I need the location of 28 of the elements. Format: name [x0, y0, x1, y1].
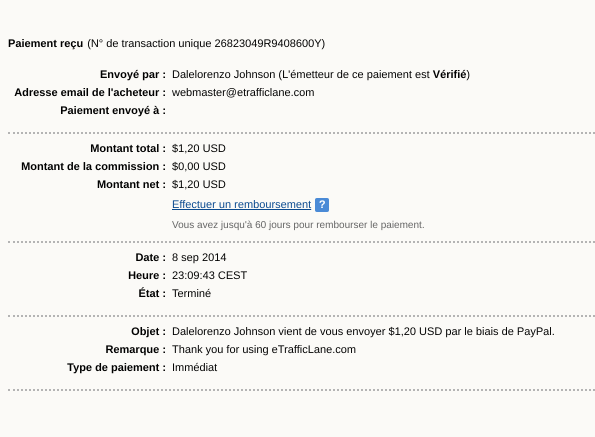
- field-label: État :: [138, 287, 166, 301]
- field-label: Montant total :: [89, 142, 166, 156]
- field-value: Dalelorenzo Johnson vient de vous envoyer $1,20 USD par le biais de PayPal.: [172, 325, 556, 339]
- field-value: Terminé: [172, 287, 212, 301]
- field-value: Thank you for using eTrafficLane.com: [172, 343, 358, 357]
- field-value: 8 sep 2014: [172, 251, 228, 265]
- field-label: Remarque :: [104, 343, 166, 357]
- help-icon[interactable]: ?: [315, 198, 330, 212]
- field-label: Heure :: [127, 269, 166, 283]
- field-label: Date :: [134, 251, 166, 265]
- refund-note: Vous avez jusqu'à 60 jours pour rembourser le paiement.: [172, 220, 426, 231]
- field-value: 23:09:43 CEST: [172, 269, 248, 283]
- field-label: Envoyé par :: [98, 68, 166, 82]
- field-label: Objet :: [130, 325, 166, 339]
- field-label: Montant net :: [96, 178, 166, 192]
- field-value: Dalelorenzo Johnson (L'émetteur de ce paiement est Vérifié): [172, 68, 472, 82]
- field-value: $1,20 USD: [172, 178, 227, 192]
- page-title: Paiement reçu: [8, 38, 84, 50]
- field-label: Montant de la commission :: [20, 160, 166, 174]
- field-value: $1,20 USD: [172, 142, 227, 156]
- field-label: Adresse email de l'acheteur :: [13, 86, 166, 100]
- field-label: Type de paiement :: [66, 361, 166, 375]
- field-value: webmaster@etrafficlane.com: [172, 86, 316, 100]
- field-value: Immédiat: [172, 361, 218, 375]
- refund-link[interactable]: Effectuer un remboursement: [172, 198, 312, 212]
- field-value: $0,00 USD: [172, 160, 227, 174]
- transaction-number: (N° de transaction unique 26823049R9408600Y): [87, 38, 326, 50]
- field-label: Paiement envoyé à :: [59, 104, 166, 118]
